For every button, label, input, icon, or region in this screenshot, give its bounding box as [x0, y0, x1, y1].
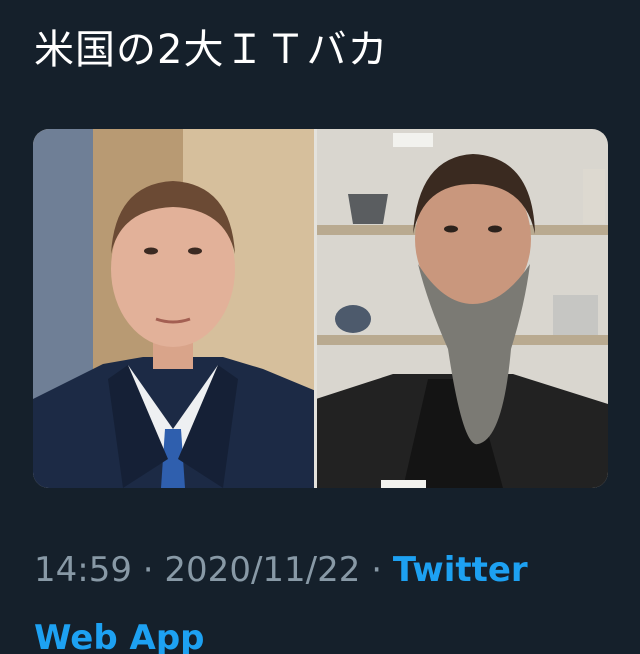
tweet-date[interactable]: 2020/11/22: [164, 550, 360, 590]
meta-separator: ·: [131, 550, 165, 590]
tweet-detail: 米国の2大ＩＴバカ 14:59 · 2020/11/22 · Twitter W…: [0, 0, 640, 654]
right-photo[interactable]: [316, 129, 608, 488]
tweet-media[interactable]: [33, 129, 608, 488]
media-photo-composite[interactable]: [33, 129, 608, 488]
left-photo[interactable]: [33, 129, 316, 488]
tweet-meta: 14:59 · 2020/11/22 · Twitter Web App: [34, 536, 614, 654]
meta-separator: ·: [360, 550, 393, 590]
tweet-time[interactable]: 14:59: [34, 550, 132, 590]
tweet-text: 米国の2大ＩＴバカ: [34, 27, 389, 73]
